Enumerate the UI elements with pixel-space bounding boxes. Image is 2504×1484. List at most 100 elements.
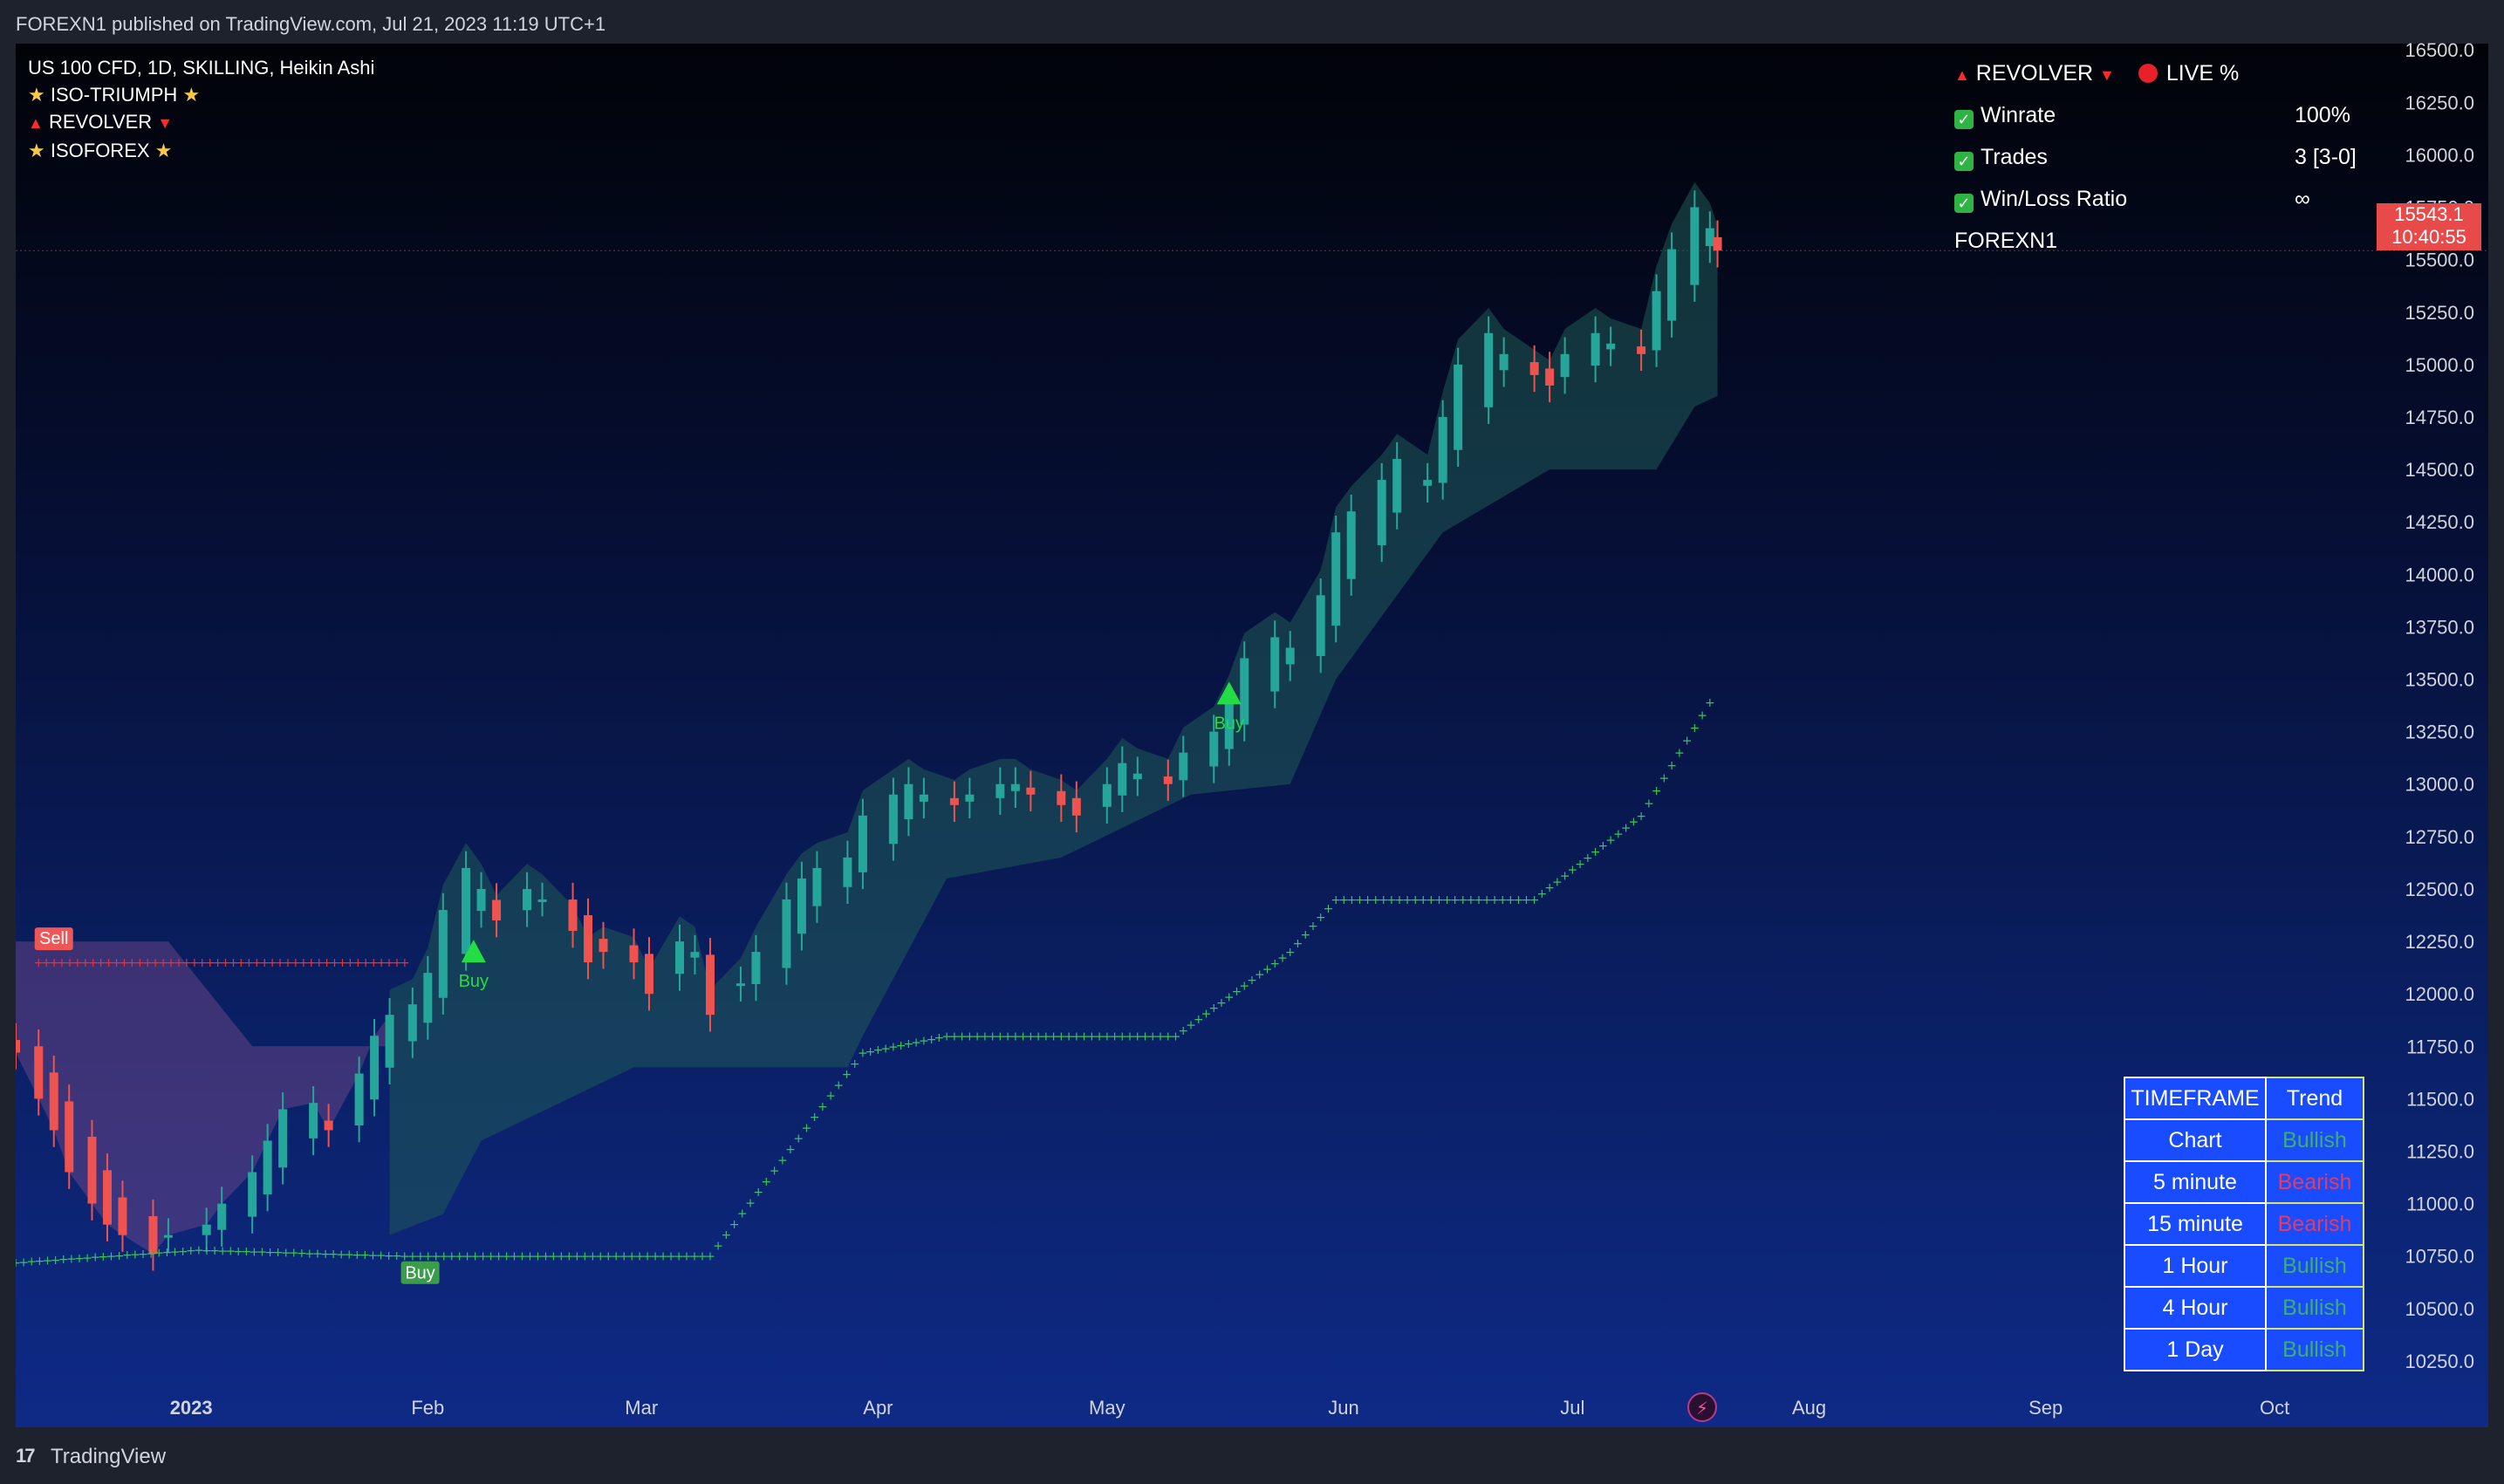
revolver-stats-panel: ▲ REVOLVER ▼ LIVE % ✓ Winrate 100% ✓ Trade… [1954,61,2391,270]
legend-iso-triumph[interactable]: ★ ISO-TRIUMPH ★ [28,81,374,108]
candle [1438,416,1447,483]
candle [1705,228,1714,247]
x-tick-label: Jun [1328,1397,1358,1419]
trailing-stop-bull: + [1652,784,1662,798]
trailing-stop-bull: + [1689,721,1700,735]
bar-countdown: 10:40:55 [2391,226,2466,248]
trailing-stop-bull: + [1697,708,1707,722]
ratio-value: ∞ [2295,187,2310,211]
legend-revolver[interactable]: ▲ REVOLVER ▼ [28,108,374,137]
candle [965,794,975,802]
trend-badge: Bullish [2265,1118,2364,1162]
candle [1423,480,1433,486]
candle [1163,776,1173,784]
candle [385,1015,394,1068]
indicator-legend: US 100 CFD, 1D, SKILLING, Heikin Ashi ★ … [28,54,374,164]
x-tick-label: 2023 [170,1397,213,1419]
candle [309,1103,318,1139]
candle [354,1073,364,1125]
candle [102,1170,112,1225]
candle [1316,595,1325,656]
tradingview-logo-icon[interactable]: 17 [16,1445,36,1467]
candle [370,1036,380,1100]
candle [49,1072,58,1131]
live-dot-icon [2138,64,2158,83]
candle [904,783,913,820]
triangle-down-icon: ▼ [2099,66,2115,84]
buy-signal-label: Buy [1214,714,1244,733]
candle [1637,346,1646,354]
candle [163,1234,173,1238]
table-row: 1 Hour Bullish [2124,1244,2364,1288]
stats-row-ratio: ✓ Win/Loss Ratio ∞ [1954,187,2391,229]
candle [407,1004,417,1042]
trailing-stop-bull: + [1659,772,1669,786]
candle [1392,459,1402,513]
last-price: 15543.1 [2394,203,2464,225]
header-timeframe: TIMEFRAME [2124,1077,2267,1120]
table-row: Chart Bullish [2124,1118,2364,1162]
candle [523,888,532,911]
candle [537,899,547,902]
candle [1026,787,1036,795]
candle [1132,773,1142,780]
stats-live-label: LIVE % [2165,61,2240,85]
candle [584,915,593,963]
candle [1484,332,1494,407]
candle [797,878,806,934]
trailing-stop-bear: + [400,956,410,970]
x-tick-label: Jul [1560,1397,1584,1419]
x-tick-label: Mar [625,1397,658,1419]
candle [599,939,608,953]
table-row: 1 Day Bullish [2124,1328,2364,1371]
trend-badge: Bearish [2265,1160,2364,1204]
candle [34,1046,44,1099]
candle [674,941,684,975]
candle [1713,236,1722,251]
lightning-icon[interactable]: ⚡ [1687,1392,1717,1422]
sell-signal-label: Sell [39,929,68,948]
trailing-stop-bull: + [1644,797,1654,810]
symbol-title[interactable]: US 100 CFD, 1D, SKILLING, Heikin Ashi [28,54,374,81]
candle [1331,532,1341,626]
buy-signal-label: Buy [459,972,489,991]
candle [690,952,700,958]
triangle-down-icon: ▼ [157,114,174,132]
candle [16,1040,20,1053]
checkmark-icon: ✓ [1954,194,1974,213]
candle [423,973,433,1023]
candle [1560,353,1570,378]
bullish-zone [389,181,1718,1235]
candle [735,983,745,987]
triangle-up-icon: ▲ [28,114,44,132]
candle [705,954,715,1016]
candle [1529,362,1539,375]
candle [843,857,852,887]
candle [1071,797,1081,816]
candle [1270,637,1280,692]
trailing-stop-bull: + [1666,759,1677,773]
candle [888,794,898,845]
buy-signal-label: Buy [405,1264,434,1283]
candle [919,794,928,802]
candle [1010,783,1020,791]
footer: 17 TradingView [0,1427,2504,1484]
legend-isoforex[interactable]: ★ ISOFOREX ★ [28,137,374,164]
table-row: 15 minute Bearish [2124,1202,2364,1246]
candle [1057,790,1066,805]
trailing-stop-bull: + [1705,696,1715,710]
published-text: FOREXN1 published on TradingView.com, Ju… [16,13,606,35]
candle [217,1203,227,1230]
candle [278,1109,288,1168]
x-tick-label: Oct [2260,1397,2289,1419]
candle [492,899,502,921]
checkmark-icon: ✓ [1954,110,1974,129]
candle [1209,731,1219,767]
trend-badge: Bullish [2265,1286,2364,1330]
stats-row-trades: ✓ Trades 3 [3-0] [1954,145,2391,187]
brand-name[interactable]: TradingView [51,1445,166,1469]
chart-frame[interactable]: + + + + + + + + + + + + + + + + + + + + + + + + + + + + + + + + + + + + + + + +… [16,44,2488,1427]
candle [118,1197,127,1235]
candle [202,1224,211,1235]
star-icon: ★ [28,84,45,106]
